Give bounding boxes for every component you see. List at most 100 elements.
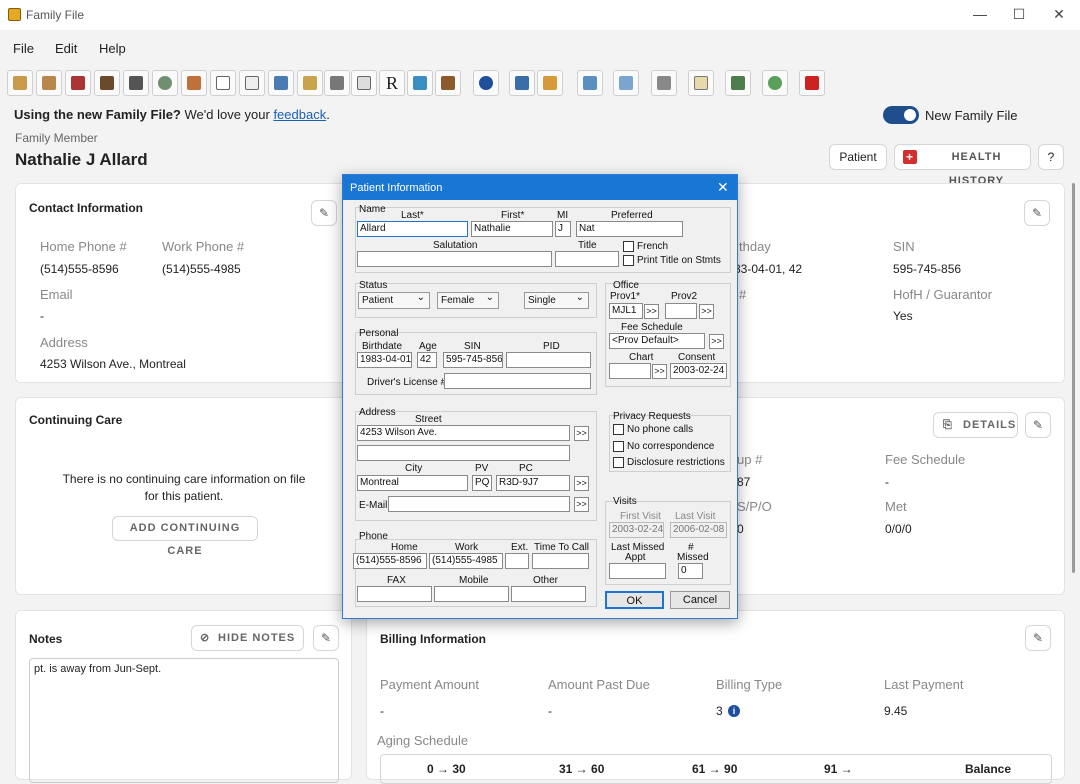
- cancel-button[interactable]: Cancel: [670, 591, 730, 609]
- book-icon[interactable]: [407, 70, 433, 96]
- last-name-field[interactable]: Allard: [357, 221, 468, 237]
- chart-icon[interactable]: [36, 70, 62, 96]
- scrollbar[interactable]: [1072, 183, 1075, 573]
- notes-textarea[interactable]: pt. is away from Jun-Sept.: [29, 658, 339, 783]
- no-correspondence-checkbox[interactable]: [613, 441, 624, 452]
- minimize-icon[interactable]: —: [962, 4, 998, 26]
- french-checkbox[interactable]: [623, 241, 634, 252]
- title-field[interactable]: [555, 251, 619, 267]
- fax-field[interactable]: [357, 586, 432, 602]
- person-icon[interactable]: [509, 70, 535, 96]
- city-field[interactable]: Montreal: [357, 475, 468, 491]
- network-icon[interactable]: [613, 70, 639, 96]
- printer-icon[interactable]: [651, 70, 677, 96]
- close-icon[interactable]: ✕: [1041, 4, 1077, 26]
- drivers-license-field[interactable]: [444, 373, 591, 389]
- edit-notes-icon[interactable]: ✎: [313, 625, 339, 651]
- pid-field[interactable]: [506, 352, 591, 368]
- pc-lookup-button[interactable]: >>: [574, 476, 589, 491]
- details-button[interactable]: ⎘ DETAILS: [933, 412, 1018, 438]
- ledger-icon[interactable]: [65, 70, 91, 96]
- family-file-icon[interactable]: [7, 70, 33, 96]
- age-field[interactable]: 42: [417, 352, 437, 368]
- info-icon[interactable]: [473, 70, 499, 96]
- banner-prefix: Using the new Family File?: [14, 107, 181, 122]
- pc-field[interactable]: R3D-9J7: [496, 475, 570, 491]
- contacts-icon[interactable]: [123, 70, 149, 96]
- menu-edit[interactable]: Edit: [55, 41, 77, 56]
- family-icon[interactable]: [537, 70, 563, 96]
- billing-type-value: 3: [716, 704, 723, 718]
- refresh-icon[interactable]: [762, 70, 788, 96]
- dialog-close-icon[interactable]: ✕: [717, 179, 729, 196]
- first-name-field[interactable]: Nathalie: [471, 221, 553, 237]
- box-icon[interactable]: [435, 70, 461, 96]
- time-to-call-field[interactable]: [532, 553, 589, 569]
- email-field[interactable]: [388, 496, 570, 512]
- billing-info-icon[interactable]: i: [728, 705, 740, 717]
- ok-button[interactable]: OK: [605, 591, 664, 609]
- work-phone-field[interactable]: (514)555-4985: [429, 553, 503, 569]
- hide-notes-button[interactable]: ⊘ HIDE NOTES: [191, 625, 304, 651]
- report-icon[interactable]: [688, 70, 714, 96]
- fee-schedule-field[interactable]: <Prov Default>: [609, 333, 705, 349]
- edit-billing-icon[interactable]: ✎: [1025, 625, 1051, 651]
- edit-info-icon[interactable]: ✎: [1024, 200, 1050, 226]
- list-icon[interactable]: [324, 70, 350, 96]
- street-field-2[interactable]: [357, 445, 570, 461]
- status-select[interactable]: Patient: [358, 292, 430, 309]
- edit-insurance-icon[interactable]: ✎: [1025, 412, 1051, 438]
- home-phone-field[interactable]: (514)555-8596: [353, 553, 427, 569]
- ext-field[interactable]: [505, 553, 529, 569]
- mi-field[interactable]: J: [555, 221, 571, 237]
- print-title-checkbox[interactable]: [623, 255, 634, 266]
- monitor-icon[interactable]: [268, 70, 294, 96]
- marital-select[interactable]: Single: [524, 292, 589, 309]
- feedback-link[interactable]: feedback: [273, 107, 326, 122]
- prov2-lookup-button[interactable]: >>: [699, 304, 714, 319]
- menu-file[interactable]: File: [13, 41, 34, 56]
- mobile-field[interactable]: [434, 586, 509, 602]
- prescription-icon[interactable]: R: [379, 70, 405, 96]
- pv-field[interactable]: PQ: [472, 475, 492, 491]
- street-lookup-button[interactable]: >>: [574, 426, 589, 441]
- sin-field[interactable]: 595-745-856: [443, 352, 503, 368]
- health-history-button[interactable]: + HEALTH HISTORY: [894, 144, 1031, 187]
- last-missed-field[interactable]: [609, 563, 666, 579]
- chart-field[interactable]: [609, 363, 651, 379]
- move-icon[interactable]: [577, 70, 603, 96]
- new-family-file-toggle[interactable]: [883, 106, 919, 124]
- reader-icon[interactable]: [799, 70, 825, 96]
- edit-contact-icon[interactable]: ✎: [311, 200, 337, 226]
- schedule-icon[interactable]: [94, 70, 120, 96]
- work-phone-value: (514)555-4985: [162, 262, 241, 276]
- prov1-lookup-button[interactable]: >>: [644, 304, 659, 319]
- missed-count-field[interactable]: 0: [678, 563, 703, 579]
- fee-schedule-lookup-button[interactable]: >>: [709, 334, 724, 349]
- world-icon[interactable]: [152, 70, 178, 96]
- other-field[interactable]: [511, 586, 586, 602]
- consent-field[interactable]: 2003-02-24: [670, 363, 727, 379]
- prov1-field[interactable]: MJL1: [609, 303, 643, 319]
- card2-icon[interactable]: [239, 70, 265, 96]
- street-field-1[interactable]: 4253 Wilson Ave.: [357, 425, 570, 441]
- preferred-field[interactable]: Nat: [576, 221, 683, 237]
- menu-help[interactable]: Help: [99, 41, 126, 56]
- email-lookup-button[interactable]: >>: [574, 497, 589, 512]
- birthdate-field[interactable]: 1983-04-01: [357, 352, 412, 368]
- card-icon[interactable]: [210, 70, 236, 96]
- patient-button[interactable]: Patient: [829, 144, 887, 170]
- document-icon[interactable]: [351, 70, 377, 96]
- pencil-icon[interactable]: [181, 70, 207, 96]
- camera-icon[interactable]: [297, 70, 323, 96]
- chart-lookup-button[interactable]: >>: [652, 364, 667, 379]
- disclosure-checkbox[interactable]: [613, 457, 624, 468]
- help-button[interactable]: ?: [1038, 144, 1064, 170]
- maximize-icon[interactable]: ☐: [1001, 4, 1037, 26]
- add-continuing-care-button[interactable]: ADD CONTINUING CARE: [112, 516, 258, 557]
- gender-select[interactable]: Female: [437, 292, 499, 309]
- no-phone-checkbox[interactable]: [613, 424, 624, 435]
- salutation-field[interactable]: [357, 251, 552, 267]
- doctor-icon[interactable]: [725, 70, 751, 96]
- prov2-field[interactable]: [665, 303, 697, 319]
